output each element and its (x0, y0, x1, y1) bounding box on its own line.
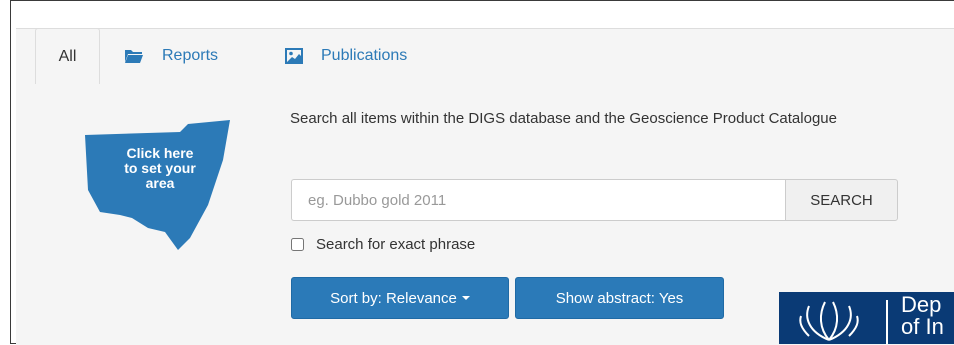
sort-dropdown-button[interactable]: Sort by: Relevance (291, 277, 509, 319)
tab-all[interactable]: All (35, 28, 100, 84)
sort-button-label: Sort by: Relevance (330, 289, 457, 307)
waratah-icon (799, 301, 859, 341)
tab-publications-label: Publications (321, 46, 408, 64)
tab-publications[interactable]: Publications (285, 28, 407, 83)
search-description: Search all items within the DIGS databas… (290, 110, 837, 127)
exact-phrase-label: Search for exact phrase (316, 236, 476, 253)
exact-phrase-checkbox[interactable] (291, 238, 304, 251)
map-widget-label[interactable]: Click here to set your area (95, 146, 225, 191)
map-text-line: area (145, 175, 175, 191)
tab-all-label: All (58, 47, 77, 65)
tab-reports-label: Reports (162, 46, 219, 64)
nsw-government-logo: Dep of In (779, 292, 954, 344)
search-input[interactable] (291, 179, 785, 221)
abstract-button-label: Show abstract: Yes (555, 289, 684, 307)
map-text-line: to set your (124, 160, 196, 176)
exact-phrase-option[interactable]: Search for exact phrase (291, 236, 475, 253)
logo-text: Dep of In (901, 294, 944, 338)
map-text-line: Click here (126, 145, 194, 161)
image-icon (285, 47, 303, 64)
show-abstract-button[interactable]: Show abstract: Yes (515, 277, 724, 319)
caret-down-icon (461, 296, 470, 300)
logo-divider (886, 300, 888, 344)
tab-reports[interactable]: Reports (124, 28, 218, 83)
search-button[interactable]: SEARCH (785, 179, 898, 221)
logo-text-line: of In (901, 314, 944, 339)
folder-icon (124, 48, 144, 64)
